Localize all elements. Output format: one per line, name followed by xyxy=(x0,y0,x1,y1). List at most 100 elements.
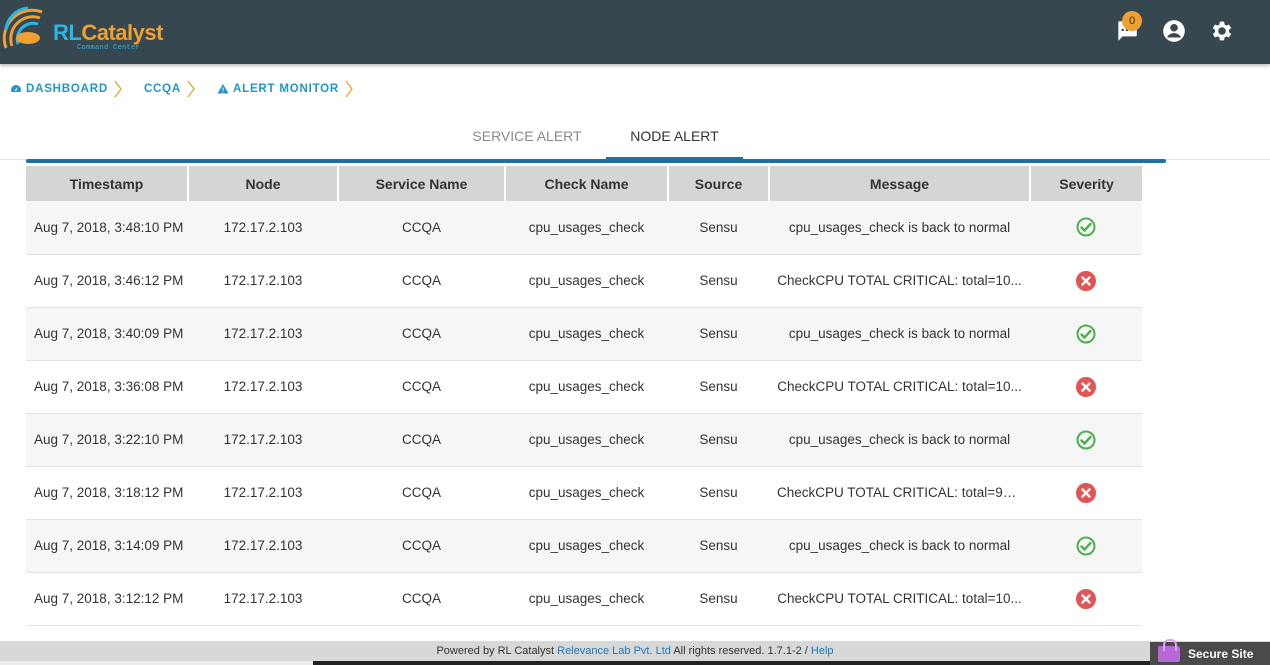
check-circle-icon xyxy=(1076,217,1096,237)
cell-message: cpu_usages_check is back to normal xyxy=(769,201,1030,255)
breadcrumb-ccqa[interactable]: CCQA xyxy=(144,83,181,95)
breadcrumb-alert-monitor-label: ALERT MONITOR xyxy=(233,83,340,95)
check-circle-icon xyxy=(1076,430,1096,449)
cell-timestamp: Aug 7, 2018, 3:14:09 PM xyxy=(26,519,188,573)
cell-severity xyxy=(1030,413,1142,467)
cell-source: Sensu xyxy=(668,572,769,626)
cell-message: cpu_usages_check is back to normal xyxy=(769,413,1030,467)
x-circle-icon xyxy=(1076,588,1096,609)
cell-check-name: cpu_usages_check xyxy=(505,360,668,414)
breadcrumb: DASHBOARD CCQA ALERT MONITOR xyxy=(10,80,375,98)
breadcrumb-dashboard-label: DASHBOARD xyxy=(26,83,108,95)
account-circle-icon[interactable] xyxy=(1161,18,1187,44)
table-row[interactable]: Aug 7, 2018, 3:48:10 PM 172.17.2.103 CCQA c… xyxy=(26,201,1142,255)
column-header-source[interactable]: Source xyxy=(668,166,770,201)
check-circle-icon xyxy=(1076,536,1096,555)
logo-swoosh-icon xyxy=(2,6,43,49)
gear-icon[interactable] xyxy=(1209,18,1235,44)
cell-severity xyxy=(1030,572,1142,626)
cell-message: cpu_usages_check is back to normal xyxy=(769,307,1030,361)
cell-service-name: CCQA xyxy=(338,519,505,573)
cell-node: 172.17.2.103 xyxy=(188,360,338,414)
cell-source: Sensu xyxy=(668,201,769,255)
cell-node: 172.17.2.103 xyxy=(188,519,338,573)
column-header-timestamp[interactable]: Timestamp xyxy=(26,166,189,201)
x-circle-icon xyxy=(1076,270,1096,291)
cell-service-name: CCQA xyxy=(338,254,505,308)
cell-node: 172.17.2.103 xyxy=(188,572,338,626)
cell-severity xyxy=(1030,201,1142,255)
cell-node: 172.17.2.103 xyxy=(188,254,338,308)
table-row[interactable]: Aug 7, 2018, 3:12:12 PM 172.17.2.103 CCQA c… xyxy=(26,572,1142,626)
footer-help-link[interactable]: Help xyxy=(811,645,834,657)
cell-source: Sensu xyxy=(668,519,769,573)
tab-service-alert[interactable]: SERVICE ALERT xyxy=(462,118,592,160)
logo-catalyst-text: Catalyst xyxy=(81,20,163,45)
check-circle-icon xyxy=(1076,324,1096,343)
cell-source: Sensu xyxy=(668,254,769,308)
cell-check-name: cpu_usages_check xyxy=(505,519,668,573)
warning-triangle-icon xyxy=(217,84,229,94)
cell-check-name: cpu_usages_check xyxy=(505,413,668,467)
cell-source: Sensu xyxy=(668,360,769,414)
logo-subtitle: Command Center xyxy=(77,44,141,52)
node-alert-table: Timestamp Node Service Name Check Name S… xyxy=(26,166,1142,626)
table-row[interactable]: Aug 7, 2018, 3:22:10 PM 172.17.2.103 CCQA c… xyxy=(26,413,1142,467)
cell-service-name: CCQA xyxy=(338,466,505,520)
cell-node: 172.17.2.103 xyxy=(188,201,338,255)
footer-rights: All rights reserved. 1.7.1-2 / xyxy=(673,645,808,657)
bottom-strip xyxy=(0,661,1270,665)
cell-message: CheckCPU TOTAL CRITICAL: total=10... xyxy=(769,360,1030,414)
table-row[interactable]: Aug 7, 2018, 3:36:08 PM 172.17.2.103 CCQA c… xyxy=(26,360,1142,414)
column-header-check-name[interactable]: Check Name xyxy=(505,166,669,201)
cell-source: Sensu xyxy=(668,413,769,467)
top-app-bar: RLCatalyst Command Center 0 xyxy=(0,0,1270,64)
cell-node: 172.17.2.103 xyxy=(188,413,338,467)
cell-timestamp: Aug 7, 2018, 3:36:08 PM xyxy=(26,360,188,414)
x-circle-icon xyxy=(1076,376,1096,397)
secure-site-badge: Secure Site xyxy=(1150,638,1270,665)
secure-site-label: Secure Site xyxy=(1188,646,1254,661)
panel-top-border xyxy=(26,159,1166,163)
lock-icon xyxy=(1158,638,1180,662)
cell-check-name: cpu_usages_check xyxy=(505,572,668,626)
table-row[interactable]: Aug 7, 2018, 3:18:12 PM 172.17.2.103 CCQA c… xyxy=(26,466,1142,520)
breadcrumb-dashboard[interactable]: DASHBOARD xyxy=(10,83,108,95)
cell-message: CheckCPU TOTAL CRITICAL: total=10... xyxy=(769,572,1030,626)
cell-timestamp: Aug 7, 2018, 3:18:12 PM xyxy=(26,466,188,520)
breadcrumb-alert-monitor[interactable]: ALERT MONITOR xyxy=(217,83,339,95)
column-header-service-name[interactable]: Service Name xyxy=(338,166,506,201)
cell-service-name: CCQA xyxy=(338,307,505,361)
tab-node-alert[interactable]: NODE ALERT xyxy=(606,118,743,160)
table-row[interactable]: Aug 7, 2018, 3:14:09 PM 172.17.2.103 CCQA c… xyxy=(26,519,1142,573)
cell-timestamp: Aug 7, 2018, 3:22:10 PM xyxy=(26,413,188,467)
cell-check-name: cpu_usages_check xyxy=(505,254,668,308)
cell-timestamp: Aug 7, 2018, 3:48:10 PM xyxy=(26,201,188,255)
cell-severity xyxy=(1030,519,1142,573)
cell-timestamp: Aug 7, 2018, 3:40:09 PM xyxy=(26,307,188,361)
speedometer-icon xyxy=(11,85,21,92)
cell-node: 172.17.2.103 xyxy=(188,307,338,361)
cell-check-name: cpu_usages_check xyxy=(505,307,668,361)
table-header-row: Timestamp Node Service Name Check Name S… xyxy=(26,166,1142,201)
logo-rl-text: RL xyxy=(53,20,82,45)
cell-check-name: cpu_usages_check xyxy=(505,466,668,520)
cell-node: 172.17.2.103 xyxy=(188,466,338,520)
cell-message: CheckCPU TOTAL CRITICAL: total=10... xyxy=(769,254,1030,308)
cell-timestamp: Aug 7, 2018, 3:12:12 PM xyxy=(26,572,188,626)
cell-severity xyxy=(1030,307,1142,361)
x-circle-icon xyxy=(1076,482,1096,503)
table-row[interactable]: Aug 7, 2018, 3:46:12 PM 172.17.2.103 CCQA c… xyxy=(26,254,1142,308)
cell-message: CheckCPU TOTAL CRITICAL: total=99.... xyxy=(769,466,1030,520)
column-header-severity[interactable]: Severity xyxy=(1030,166,1142,201)
footer-company-link[interactable]: Relevance Lab Pvt. Ltd xyxy=(557,645,671,657)
column-header-message[interactable]: Message xyxy=(769,166,1031,201)
column-header-node[interactable]: Node xyxy=(188,166,339,201)
rl-catalyst-logo[interactable]: RLCatalyst Command Center xyxy=(0,2,163,62)
cell-severity xyxy=(1030,360,1142,414)
table-row[interactable]: Aug 7, 2018, 3:40:09 PM 172.17.2.103 CCQA c… xyxy=(26,307,1142,361)
footer: Powered by RL Catalyst Relevance Lab Pvt… xyxy=(0,641,1270,661)
cell-service-name: CCQA xyxy=(338,360,505,414)
chevron-right-icon xyxy=(187,80,195,98)
cell-severity xyxy=(1030,254,1142,308)
